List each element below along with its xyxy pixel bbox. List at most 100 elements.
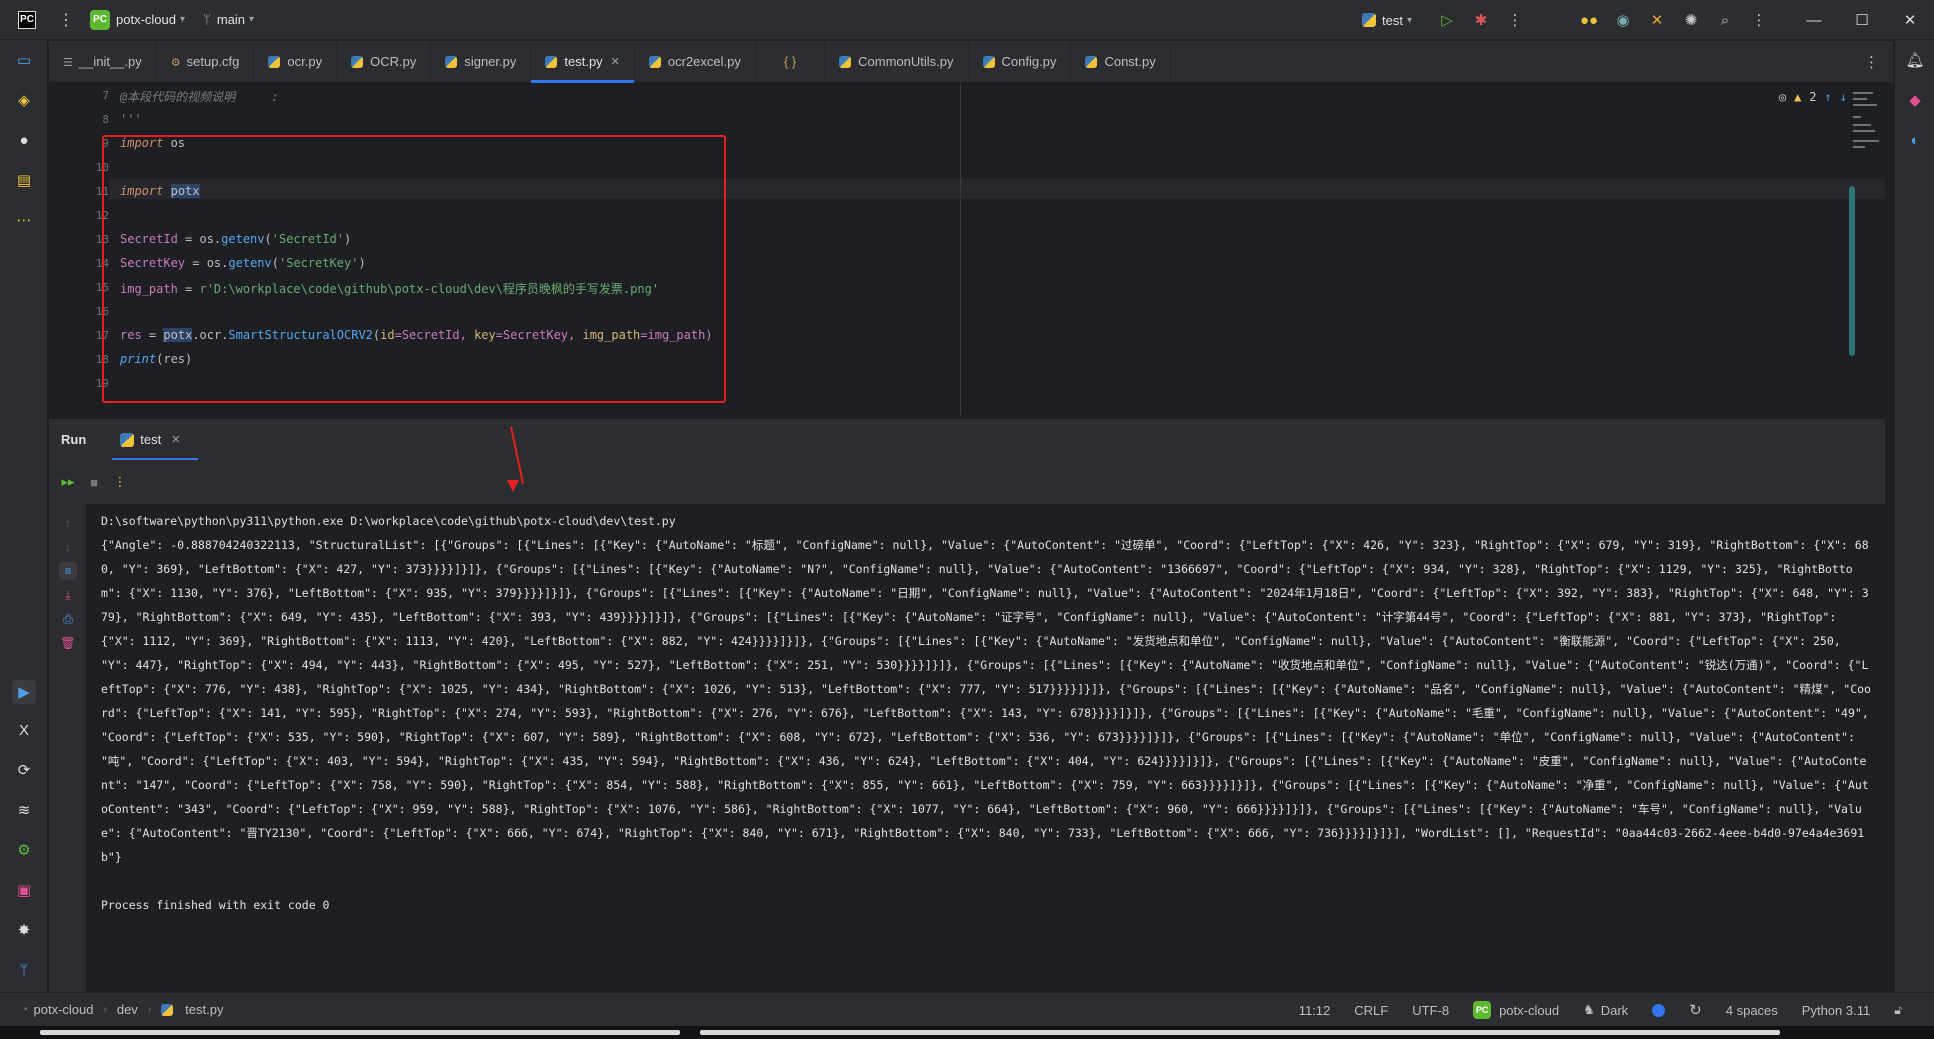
chevron-down-icon[interactable]: ▾ [249,14,254,25]
code-editor[interactable]: 7 8 9 10 11 12 13 14 15 16 17 18 19 @本段代… [49,84,1885,415]
search-icon[interactable]: ⌕ [1708,12,1742,29]
tab-ocr[interactable]: ocr.py [254,41,338,82]
plugin-icon[interactable]: ✺ [1674,11,1708,29]
print-icon[interactable]: ⎙ [59,610,77,628]
project-badge[interactable]: PC [90,9,110,30]
services-icon[interactable]: ⚙ [14,840,34,860]
minimap-line [1853,104,1877,106]
tab-signer[interactable]: signer.py [431,41,532,82]
console-output: {"Angle": -0.888704240322113, "Structura… [101,538,1876,864]
tab-config[interactable]: Config.py [969,41,1072,82]
soft-wrap-icon[interactable]: ≡ [59,562,77,580]
lock-icon[interactable]: 🔓︎ [1894,1003,1902,1018]
sync-icon[interactable]: ↻ [1689,1001,1702,1019]
run-panel-header: Run test ✕ [49,418,1885,461]
breadcrumb-item[interactable]: dev [117,1002,138,1017]
next-problem-icon[interactable]: ↓ [1840,90,1847,104]
more-tools-icon[interactable]: ⋯ [14,210,34,230]
tab-commonutils[interactable]: CommonUtils.py [825,41,969,82]
close-tab-icon[interactable]: ✕ [171,433,180,446]
debug-icon[interactable]: ✱ [1464,11,1498,29]
project-name[interactable]: potx-cloud [116,12,176,27]
reader-mode-icon[interactable]: ◎ [1779,90,1786,104]
python-file-icon [1085,55,1098,68]
stop-icon[interactable]: ■ [81,475,107,490]
status-indicator-icon[interactable] [1652,1003,1666,1017]
excel-icon[interactable]: X [14,720,34,740]
project-badge: PC [1473,1001,1492,1019]
layers-icon[interactable]: ≋ [14,800,34,820]
run-config-name: test [1382,12,1403,28]
breadcrumb-item[interactable]: test.py [185,1002,223,1017]
code-line-7: @本段代码的视频说明 : [120,90,279,104]
run-panel-title: Run [61,432,87,447]
ai-assistant-icon[interactable]: ◉ [1606,11,1640,29]
cursor-position[interactable]: 11:12 [1299,1003,1331,1018]
git-icon[interactable]: ᛘ [14,960,34,980]
run-tool-icon[interactable]: ▶ [12,680,36,704]
ai-chat-icon[interactable]: ◆ [1905,90,1925,110]
terminal-icon[interactable]: ▣ [14,880,34,900]
editor-scrollbar[interactable] [1849,186,1855,356]
tab-init[interactable]: ☰ __init__.py [49,41,157,82]
structure-icon[interactable]: ▤ [14,170,34,190]
python-packages-icon[interactable]: ⟳ [14,760,34,780]
commit-icon[interactable]: ◈ [14,90,34,110]
previous-problem-icon[interactable]: ↑ [1825,90,1832,104]
settings-menu-icon[interactable]: ⋮ [1742,11,1776,29]
more-actions-icon[interactable]: ⋮ [1498,11,1532,29]
tools-icon[interactable]: ✕ [1640,11,1674,29]
project-view-icon[interactable]: ▭ [14,50,34,70]
maximize-icon[interactable]: ☐ [1838,0,1886,40]
minimap[interactable] [1851,88,1881,168]
tabs-more-icon[interactable]: ⋮ [1864,53,1879,71]
database-icon[interactable]: ◐ [1905,130,1925,150]
breadcrumb-dot-icon: • [24,1004,28,1015]
breadcrumb-item[interactable]: potx-cloud [34,1002,94,1017]
tab-test[interactable]: test.py ✕ [531,41,635,83]
pycharm-logo-icon[interactable]: PC [18,10,36,29]
file-encoding[interactable]: UTF-8 [1412,1003,1449,1018]
github-icon[interactable]: ● [14,130,34,150]
python-interpreter[interactable]: Python 3.11 [1802,1003,1870,1018]
minimize-icon[interactable]: — [1790,0,1838,40]
run-more-icon[interactable]: ⋮ [107,474,133,490]
run-config-selector[interactable]: test ▾ [1362,13,1412,28]
branch-name[interactable]: main [217,12,245,27]
right-tool-strip: 🔔︎ ◆ ◐ [1894,40,1934,992]
minimap-line [1853,116,1861,118]
scroll-to-end-icon[interactable]: ⤓ [59,586,77,604]
run-toolbar: ▸▸ ■ ⋮ [49,460,1885,504]
rerun-icon[interactable]: ▸▸ [55,474,81,490]
project-indicator[interactable]: PC potx-cloud [1473,1001,1559,1019]
line-number-gutter: 7 8 9 10 11 12 13 14 15 16 17 18 19 [49,84,109,415]
run-console[interactable]: D:\software\python\py311\python.exe D:\w… [88,504,1884,992]
tab-setup-cfg[interactable]: ⚙ setup.cfg [157,41,255,82]
run-tab-test[interactable]: test ✕ [112,419,199,461]
main-menu-icon[interactable]: ⋮ [58,10,74,30]
collaboration-icon[interactable]: ●● [1572,12,1606,29]
chevron-down-icon[interactable]: ▾ [180,14,185,25]
python-file-icon [982,55,995,68]
tab-OCR[interactable]: OCR.py [337,41,432,82]
warning-count: 2 [1809,90,1817,104]
warning-icon[interactable]: ▲ [1794,90,1801,104]
tab-const[interactable]: Const.py [1071,41,1171,82]
theme-switcher[interactable]: ♞ Dark [1583,1002,1628,1018]
close-tab-icon[interactable]: ✕ [611,55,620,68]
taskbar-segment [700,1030,1780,1035]
editor-inspection-widget[interactable]: ◎ ▲ 2 ↑ ↓ [1779,90,1847,104]
run-icon[interactable]: ▷ [1430,11,1464,29]
up-arrow-icon[interactable]: ↑ [59,514,77,532]
problems-icon[interactable]: ✸ [14,920,34,940]
minimap-line [1853,92,1873,94]
tab-json[interactable]: { } [756,41,826,82]
line-separator[interactable]: CRLF [1354,1003,1388,1018]
notifications-icon[interactable]: 🔔︎ [1905,50,1925,70]
indent-setting[interactable]: 4 spaces [1726,1003,1778,1018]
close-icon[interactable]: ✕ [1886,0,1934,40]
chevron-right-icon: › [103,1004,107,1015]
clear-all-icon[interactable]: 🗑︎ [59,634,77,652]
down-arrow-icon[interactable]: ↓ [59,538,77,556]
tab-ocr2excel[interactable]: ocr2excel.py [635,41,756,82]
